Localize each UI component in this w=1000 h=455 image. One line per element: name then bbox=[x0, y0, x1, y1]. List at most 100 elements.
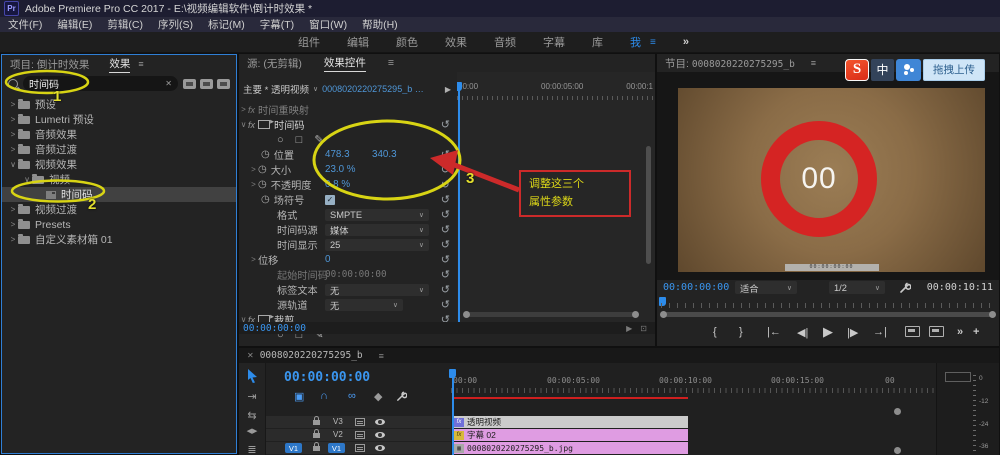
workspace-tab-titles[interactable]: 字幕 bbox=[543, 34, 565, 50]
tree-item-timecode-effect[interactable]: 时间码 bbox=[2, 187, 236, 202]
menu-help[interactable]: 帮助(H) bbox=[362, 17, 398, 32]
workspace-tab-audio[interactable]: 音频 bbox=[494, 34, 516, 50]
program-current-timecode[interactable]: 00:00:00:00 bbox=[663, 282, 729, 293]
track-select-tool[interactable]: ⇥ bbox=[239, 390, 265, 403]
go-to-in-button[interactable]: |← bbox=[767, 326, 781, 338]
pen-mask-icon[interactable]: ✎ bbox=[314, 133, 323, 146]
accelerated-effects-icon[interactable] bbox=[183, 79, 196, 89]
workspace-menu-icon[interactable]: ≡ bbox=[650, 37, 656, 48]
panel-menu-icon[interactable]: ≡ bbox=[388, 57, 394, 69]
track-header-v3[interactable]: V3 bbox=[266, 416, 451, 428]
step-forward-button[interactable]: |▶ bbox=[847, 326, 858, 339]
linked-selection-icon[interactable]: ∞ bbox=[348, 390, 356, 402]
workspace-tab-custom[interactable]: 我 bbox=[630, 34, 641, 50]
rect-mask-icon[interactable]: □ bbox=[296, 134, 303, 146]
timeline-current-timecode[interactable]: 00:00:00:00 bbox=[284, 370, 370, 385]
timecode-source-dropdown[interactable]: 媒体 ∨ bbox=[325, 224, 429, 236]
reset-param-icon[interactable]: ↺ bbox=[441, 270, 450, 280]
reset-param-icon[interactable]: ↺ bbox=[441, 255, 450, 265]
size-value[interactable]: 23.0 % bbox=[325, 164, 356, 175]
tab-program[interactable]: 节目: 0008020220275295_b bbox=[665, 56, 795, 71]
master-clip-label[interactable]: 主要 * 透明视频 bbox=[243, 82, 309, 96]
timeline-track-area[interactable]: 00:00 00:00:05:00 00:00:10:00 00:00:15:0… bbox=[451, 363, 937, 455]
ec-vertical-scrollbar[interactable] bbox=[646, 146, 651, 264]
tree-item-lumetri-presets[interactable]: > Lumetri 预设 bbox=[2, 112, 236, 127]
program-scrollbar[interactable] bbox=[662, 312, 994, 317]
tree-item-video-transitions[interactable]: > 视频过渡 bbox=[2, 202, 236, 217]
row-size[interactable]: > ◷ 大小 23.0 % ↺ bbox=[239, 162, 457, 177]
step-back-button[interactable]: ◀| bbox=[797, 326, 808, 339]
sync-lock-icon[interactable] bbox=[355, 431, 365, 439]
workspace-tab-color[interactable]: 颜色 bbox=[396, 34, 418, 50]
scrollbar-handle[interactable] bbox=[989, 311, 996, 318]
drag-upload-button[interactable]: 拖拽上传 bbox=[923, 59, 985, 81]
clip-subtitle-02[interactable]: fx 字幕 02 bbox=[452, 429, 688, 441]
track-target-v1[interactable]: V1 bbox=[328, 443, 345, 453]
reset-effect-icon[interactable]: ↺ bbox=[441, 120, 450, 130]
workspace-overflow-icon[interactable]: » bbox=[683, 36, 689, 48]
time-display-dropdown[interactable]: 25 ∨ bbox=[325, 239, 429, 251]
source-track-dropdown[interactable]: 无 ∨ bbox=[325, 299, 403, 311]
sogou-cloud-icon[interactable] bbox=[896, 59, 921, 81]
menu-title[interactable]: 字幕(T) bbox=[260, 17, 294, 32]
add-button-icon[interactable]: + bbox=[973, 326, 979, 338]
play-around-icon[interactable]: ▶ bbox=[626, 324, 632, 333]
menu-edit[interactable]: 编辑(E) bbox=[57, 17, 92, 32]
program-time-ruler[interactable] bbox=[661, 300, 995, 308]
reset-param-icon[interactable]: ↺ bbox=[441, 180, 450, 190]
rate-stretch-tool[interactable]: ≣ bbox=[239, 443, 265, 455]
mark-out-button[interactable]: } bbox=[739, 326, 743, 338]
selection-tool[interactable] bbox=[247, 369, 258, 383]
button-overflow-icon[interactable]: » bbox=[957, 326, 963, 338]
workspace-tab-effects[interactable]: 效果 bbox=[445, 34, 467, 50]
nest-toggle-icon[interactable]: ▣ bbox=[294, 390, 304, 403]
play-effect-icon[interactable]: ▶ bbox=[445, 85, 451, 94]
stopwatch-icon[interactable]: ◷ bbox=[258, 164, 267, 175]
menu-sequence[interactable]: 序列(S) bbox=[158, 17, 193, 32]
track-visibility-eye-icon[interactable] bbox=[375, 432, 385, 438]
sync-lock-icon[interactable] bbox=[355, 444, 365, 452]
add-marker-icon[interactable]: ◆ bbox=[374, 390, 382, 403]
row-opacity[interactable]: > ◷ 不透明度 0.8 % ↺ bbox=[239, 177, 457, 192]
chevron-down-icon[interactable]: ∨ bbox=[313, 85, 318, 93]
bit-depth-icon[interactable] bbox=[200, 79, 213, 89]
position-y-value[interactable]: 340.3 bbox=[372, 149, 397, 160]
go-to-out-button[interactable]: →| bbox=[873, 326, 887, 338]
source-patch-v1[interactable]: V1 bbox=[285, 443, 302, 453]
export-frame-icon[interactable]: ⊡ bbox=[640, 324, 647, 333]
snap-magnet-icon[interactable]: ∩ bbox=[320, 390, 328, 402]
sequence-tab[interactable]: 0008020220275295_b bbox=[260, 350, 363, 361]
opacity-value[interactable]: 0.8 % bbox=[325, 179, 350, 190]
reset-param-icon[interactable]: ↺ bbox=[441, 210, 450, 220]
track-header-v2[interactable]: V2 bbox=[266, 429, 451, 441]
row-field-symbol[interactable]: ◷ 场符号 ✓ ↺ bbox=[239, 192, 457, 207]
panel-menu-icon[interactable]: ≡ bbox=[138, 59, 143, 69]
stopwatch-icon[interactable]: ◷ bbox=[261, 194, 270, 205]
close-panel-icon[interactable]: ✕ bbox=[247, 351, 254, 360]
play-button[interactable]: ▶ bbox=[823, 324, 833, 340]
reset-param-icon[interactable]: ↺ bbox=[441, 285, 450, 295]
tab-effect-controls[interactable]: 效果控件 bbox=[324, 55, 366, 72]
track-scrollbar-handle[interactable] bbox=[894, 447, 901, 454]
tab-project[interactable]: 项目: 倒计时效果 bbox=[10, 57, 89, 72]
playback-resolution-dropdown[interactable]: 1/2 ∨ bbox=[829, 281, 885, 294]
reset-param-icon[interactable]: ↺ bbox=[441, 300, 450, 310]
tab-source-monitor[interactable]: 源: (无剪辑) bbox=[247, 56, 302, 71]
ec-current-timecode[interactable]: 00:00:00:00 bbox=[243, 323, 306, 334]
workspace-tab-editing[interactable]: 编辑 bbox=[347, 34, 369, 50]
label-text-dropdown[interactable]: 无 ∨ bbox=[325, 284, 429, 296]
field-symbol-checkbox[interactable]: ✓ bbox=[325, 195, 335, 205]
panel-menu-icon[interactable]: ≡ bbox=[811, 58, 816, 68]
row-timecode-effect-header[interactable]: ∨ fx 时间码 ↺ bbox=[239, 117, 457, 132]
tab-effects[interactable]: 效果 bbox=[109, 56, 130, 73]
stopwatch-icon[interactable]: ◷ bbox=[258, 179, 267, 190]
reset-param-icon[interactable]: ↺ bbox=[441, 165, 450, 175]
stopwatch-icon[interactable]: ◷ bbox=[261, 149, 270, 160]
track-visibility-eye-icon[interactable] bbox=[375, 445, 385, 451]
row-position[interactable]: ◷ 位置 478.3 340.3 ↺ bbox=[239, 147, 457, 162]
position-x-value[interactable]: 478.3 bbox=[325, 149, 350, 160]
mark-in-button[interactable]: { bbox=[713, 326, 717, 338]
program-video-frame[interactable]: 00 00:00:00:00 bbox=[678, 88, 985, 272]
reset-param-icon[interactable]: ↺ bbox=[441, 195, 450, 205]
timeline-settings-icon[interactable] bbox=[396, 391, 407, 402]
